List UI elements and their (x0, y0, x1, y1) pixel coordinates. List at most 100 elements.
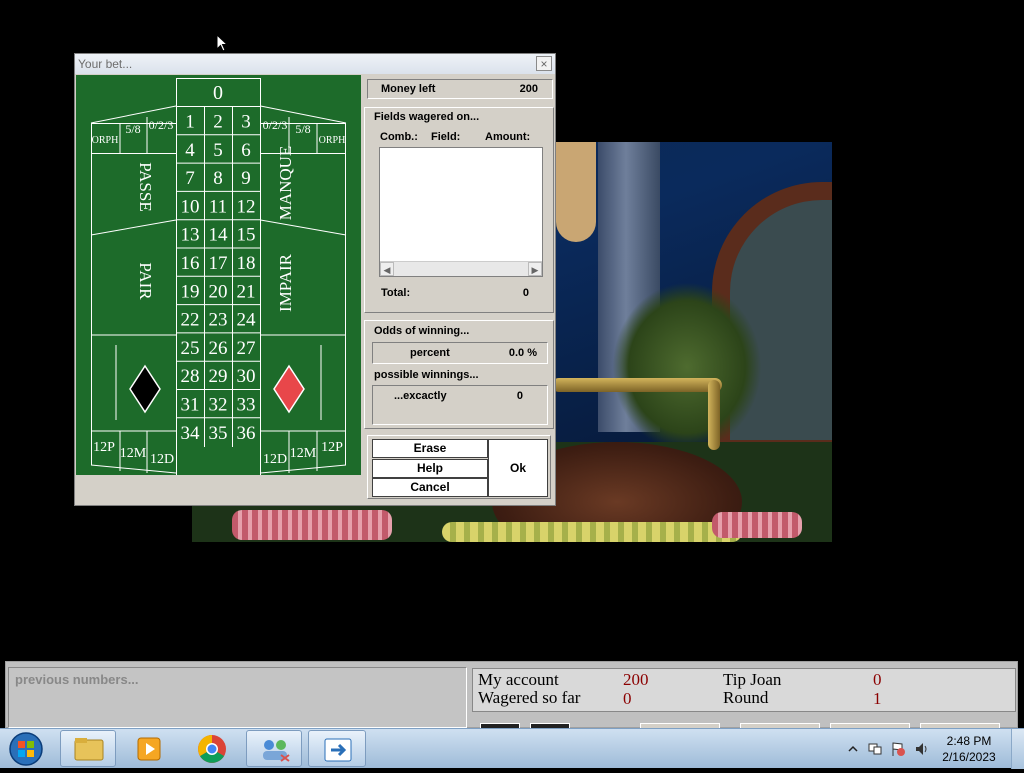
action-center-flag-icon[interactable] (890, 741, 906, 757)
taskbar-roulette-game[interactable] (308, 730, 366, 767)
exactly-value: 0 (516, 390, 523, 402)
board-number[interactable]: 3 (241, 112, 251, 133)
board-number[interactable]: 23 (209, 310, 228, 331)
board-number[interactable]: 27 (237, 338, 256, 359)
dozen-m-right[interactable]: 12M (290, 446, 317, 461)
black-diamond-icon[interactable] (129, 364, 161, 414)
scene-brass-post (708, 380, 720, 450)
mouse-cursor (216, 34, 228, 52)
chrome-icon (198, 735, 226, 763)
board-orph-left[interactable]: ORPH (92, 135, 119, 146)
taskbar-chrome[interactable] (184, 730, 240, 767)
board-023-left[interactable]: 0/2/3 (149, 118, 174, 132)
board-number[interactable]: 19 (181, 281, 200, 302)
board-orph-right[interactable]: ORPH (319, 135, 346, 146)
board-number[interactable]: 34 (181, 423, 201, 444)
board-number[interactable]: 32 (209, 395, 228, 416)
board-number[interactable]: 36 (237, 423, 256, 444)
clock-date: 2/16/2023 (942, 750, 996, 764)
board-number[interactable]: 18 (237, 253, 256, 274)
cancel-button[interactable]: Cancel (372, 478, 488, 497)
board-number[interactable]: 33 (237, 395, 256, 416)
show-hidden-icons-icon[interactable] (845, 741, 861, 757)
column-amount: Amount: (485, 131, 531, 143)
board-number[interactable]: 20 (209, 281, 228, 302)
board-number[interactable]: 12 (237, 196, 256, 217)
board-number[interactable]: 31 (181, 395, 200, 416)
board-number[interactable]: 15 (237, 225, 256, 246)
board-number[interactable]: 29 (209, 366, 228, 387)
odds-heading: Odds of winning... (374, 325, 470, 337)
board-number[interactable]: 22 (181, 310, 200, 331)
erase-button[interactable]: Erase (372, 439, 488, 458)
scene-plant (612, 282, 762, 452)
taskbar: 2:48 PM 2/16/2023 (0, 728, 1024, 769)
money-left-label: Money left (381, 83, 436, 95)
chip-stack-right (712, 512, 802, 538)
fields-heading: Fields wagered on... (374, 111, 480, 123)
board-number[interactable]: 5 (213, 140, 223, 161)
red-diamond-icon[interactable] (273, 364, 305, 414)
scroll-right-arrow-icon[interactable]: ▶ (528, 262, 542, 276)
horizontal-scrollbar[interactable]: ◀ ▶ (380, 261, 542, 276)
tip-label: Tip Joan (723, 670, 782, 689)
board-58-left[interactable]: 5/8 (125, 122, 140, 136)
board-number[interactable]: 28 (181, 366, 200, 387)
board-number[interactable]: 9 (241, 168, 251, 189)
users-icon (263, 740, 290, 762)
board-number[interactable]: 25 (181, 338, 200, 359)
board-023-right[interactable]: 0/2/3 (263, 118, 288, 132)
board-number[interactable]: 6 (241, 140, 251, 161)
board-pair[interactable]: PAIR (136, 262, 155, 300)
board-number[interactable]: 8 (213, 168, 223, 189)
betting-board-grid[interactable]: 0 1 2 34 5 67 8 910 11 1213 14 1516 17 1819 20 2122 23 2… (76, 75, 361, 475)
wagered-label: Wagered so far (478, 688, 581, 707)
close-button[interactable]: × (536, 56, 552, 71)
help-button[interactable]: Help (372, 459, 488, 478)
board-number[interactable]: 10 (181, 196, 200, 217)
board-number[interactable]: 17 (209, 253, 228, 274)
board-zero[interactable]: 0 (213, 82, 223, 104)
board-manque[interactable]: MANQUE (276, 146, 295, 221)
dialog-titlebar[interactable]: Your bet... (75, 54, 555, 74)
show-desktop-button[interactable] (1011, 729, 1024, 769)
clock-time: 2:48 PM (946, 734, 992, 748)
board-impair[interactable]: IMPAIR (276, 253, 295, 312)
board-58-right[interactable]: 5/8 (295, 122, 310, 136)
board-number[interactable]: 30 (237, 366, 256, 387)
start-button-icon[interactable] (3, 730, 49, 768)
wagered-fields-list[interactable] (379, 147, 543, 277)
dozen-d-left[interactable]: 12D (150, 452, 174, 467)
round-label: Round (723, 688, 769, 707)
board-number[interactable]: 1 (185, 112, 195, 133)
network-icon[interactable] (867, 741, 883, 757)
board-number[interactable]: 35 (209, 423, 228, 444)
round-value: 1 (873, 689, 882, 708)
scroll-left-arrow-icon[interactable]: ◀ (380, 262, 394, 276)
dozen-d-right[interactable]: 12D (263, 452, 287, 467)
board-passe[interactable]: PASSE (136, 162, 155, 211)
board-number[interactable]: 14 (209, 225, 229, 246)
roulette-betting-board[interactable]: 0 1 2 3 4 5 6 7 8 9 10 11 12 13 14 15 16 17 18 19 20 21 22 23 2… (76, 75, 361, 475)
board-number[interactable]: 26 (209, 338, 228, 359)
board-number[interactable]: 21 (237, 281, 256, 302)
system-clock[interactable]: 2:48 PM 2/16/2023 (934, 733, 1004, 765)
dozen-p-left[interactable]: 12P (93, 440, 115, 455)
volume-icon[interactable] (914, 741, 930, 757)
total-label: Total: (381, 287, 411, 299)
board-number[interactable]: 7 (185, 168, 195, 189)
board-number[interactable]: 4 (185, 140, 195, 161)
board-number[interactable]: 16 (181, 253, 200, 274)
board-number[interactable]: 2 (213, 112, 223, 133)
taskbar-media-player[interactable] (122, 730, 178, 767)
board-number[interactable]: 13 (181, 225, 200, 246)
dozen-p-right[interactable]: 12P (321, 440, 343, 455)
my-account-value: 200 (623, 670, 649, 689)
taskbar-network-app[interactable] (246, 730, 302, 767)
board-number[interactable]: 11 (209, 196, 227, 217)
exactly-label: ...excactly (394, 390, 447, 402)
board-number[interactable]: 24 (237, 310, 257, 331)
dozen-m-left[interactable]: 12M (120, 446, 147, 461)
ok-button[interactable]: Ok (488, 439, 548, 497)
taskbar-explorer[interactable] (60, 730, 116, 767)
